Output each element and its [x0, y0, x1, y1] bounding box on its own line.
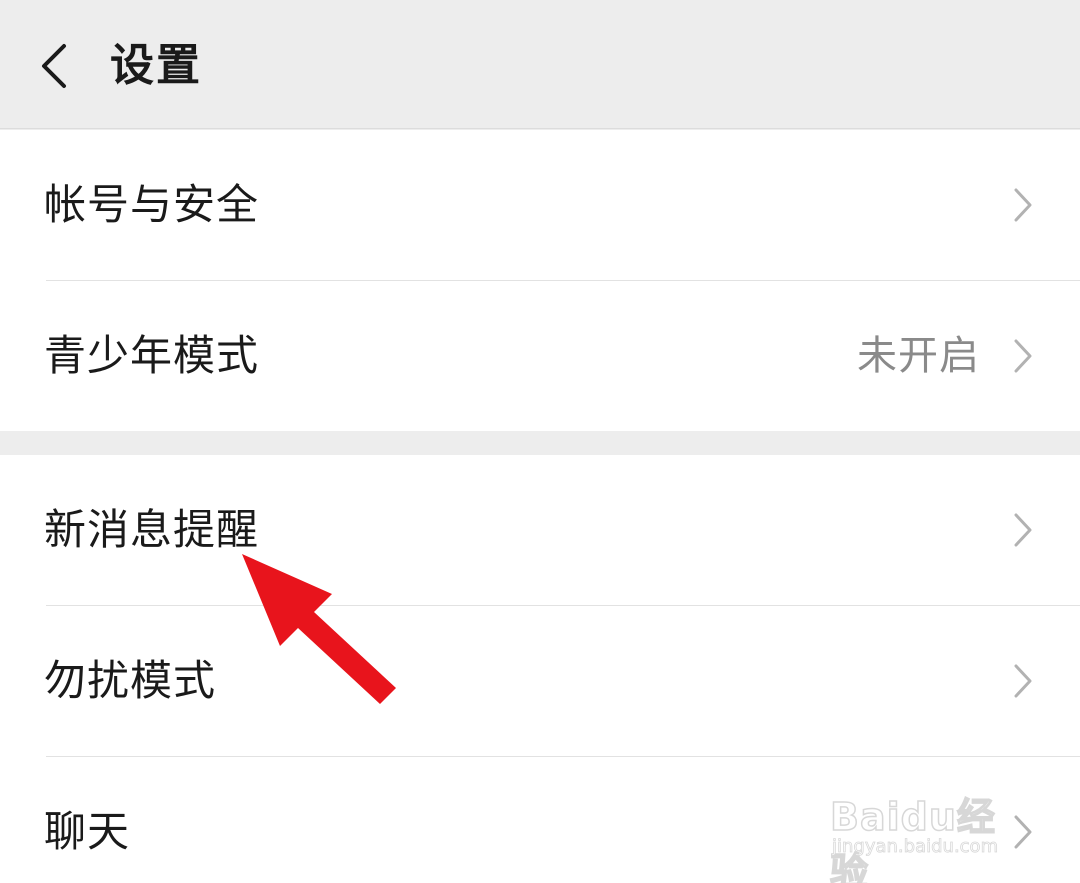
settings-group-notifications: 新消息提醒 勿扰模式 聊天: [0, 455, 1080, 883]
settings-item-label: 帐号与安全: [44, 180, 260, 229]
settings-item-label: 勿扰模式: [44, 656, 217, 705]
chevron-right-icon: [1014, 188, 1032, 222]
top-navigation-bar: 设置: [0, 0, 1080, 129]
settings-item-account-security[interactable]: 帐号与安全: [0, 130, 1080, 280]
settings-item-label: 新消息提醒: [44, 505, 260, 554]
settings-item-label: 青少年模式: [44, 331, 260, 380]
chevron-right-icon: [1014, 664, 1032, 698]
page-title: 设置: [110, 40, 202, 91]
chevron-right-icon: [1014, 513, 1032, 547]
settings-item-chat[interactable]: 聊天: [0, 757, 1080, 883]
chevron-right-icon: [1014, 815, 1032, 849]
settings-item-label: 聊天: [44, 807, 131, 856]
settings-item-youth-mode[interactable]: 青少年模式 未开启: [0, 281, 1080, 431]
settings-screen: 设置 帐号与安全 青少年模式 未开启 新消息提醒 勿扰模式 聊天 Baidu经验…: [0, 0, 1080, 883]
settings-item-new-message-notifications[interactable]: 新消息提醒: [0, 455, 1080, 605]
settings-group-account: 帐号与安全 青少年模式 未开启: [0, 130, 1080, 431]
chevron-left-icon[interactable]: [36, 42, 76, 90]
chevron-right-icon: [1014, 339, 1032, 373]
settings-item-do-not-disturb[interactable]: 勿扰模式: [0, 606, 1080, 756]
youth-mode-status: 未开启: [857, 333, 980, 379]
